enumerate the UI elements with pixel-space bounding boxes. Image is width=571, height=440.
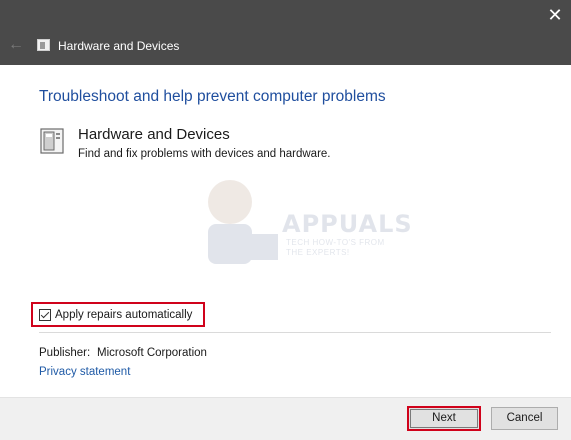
- troubleshooter-title: Hardware and Devices: [78, 126, 230, 143]
- publisher-value: Microsoft Corporation: [97, 347, 207, 359]
- cancel-button[interactable]: Cancel: [491, 407, 558, 430]
- publisher-label: Publisher:: [39, 347, 91, 359]
- watermark-text: APPUALS: [282, 210, 413, 238]
- close-button[interactable]: ✕: [539, 0, 571, 32]
- back-button[interactable]: ←: [4, 32, 28, 58]
- apply-repairs-checkbox-row[interactable]: Apply repairs automatically: [31, 302, 205, 327]
- title-bar: ✕: [0, 0, 571, 32]
- window-title: Hardware and Devices: [58, 39, 180, 53]
- next-button-focus-ring: [410, 409, 478, 428]
- divider: [39, 332, 551, 333]
- next-button[interactable]: Next: [407, 406, 481, 431]
- footer-divider: [0, 397, 571, 398]
- page-heading: Troubleshoot and help prevent computer p…: [39, 88, 386, 105]
- watermark-subtitle: TECH HOW-TO'S FROM THE EXPERTS!: [286, 238, 385, 258]
- navigation-bar: ← Hardware and Devices: [0, 32, 571, 65]
- hardware-devices-icon: [40, 128, 64, 154]
- cancel-button-label[interactable]: Cancel: [507, 412, 543, 424]
- privacy-statement-link[interactable]: Privacy statement: [39, 365, 130, 379]
- apply-repairs-label[interactable]: Apply repairs automatically: [55, 308, 192, 322]
- troubleshooter-description: Find and fix problems with devices and h…: [78, 148, 331, 160]
- hardware-devices-icon: [37, 39, 50, 51]
- watermark-logo: APPUALS TECH HOW-TO'S FROM THE EXPERTS!: [190, 172, 412, 272]
- mascot-icon: [208, 180, 278, 264]
- apply-repairs-checkbox[interactable]: [39, 308, 51, 321]
- watermark-subtitle-line-2: THE EXPERTS!: [286, 248, 350, 257]
- back-arrow-icon[interactable]: ←: [8, 36, 24, 53]
- footer-bar: [0, 397, 571, 440]
- watermark-subtitle-line-1: TECH HOW-TO'S FROM: [286, 238, 385, 247]
- close-icon[interactable]: ✕: [547, 5, 562, 25]
